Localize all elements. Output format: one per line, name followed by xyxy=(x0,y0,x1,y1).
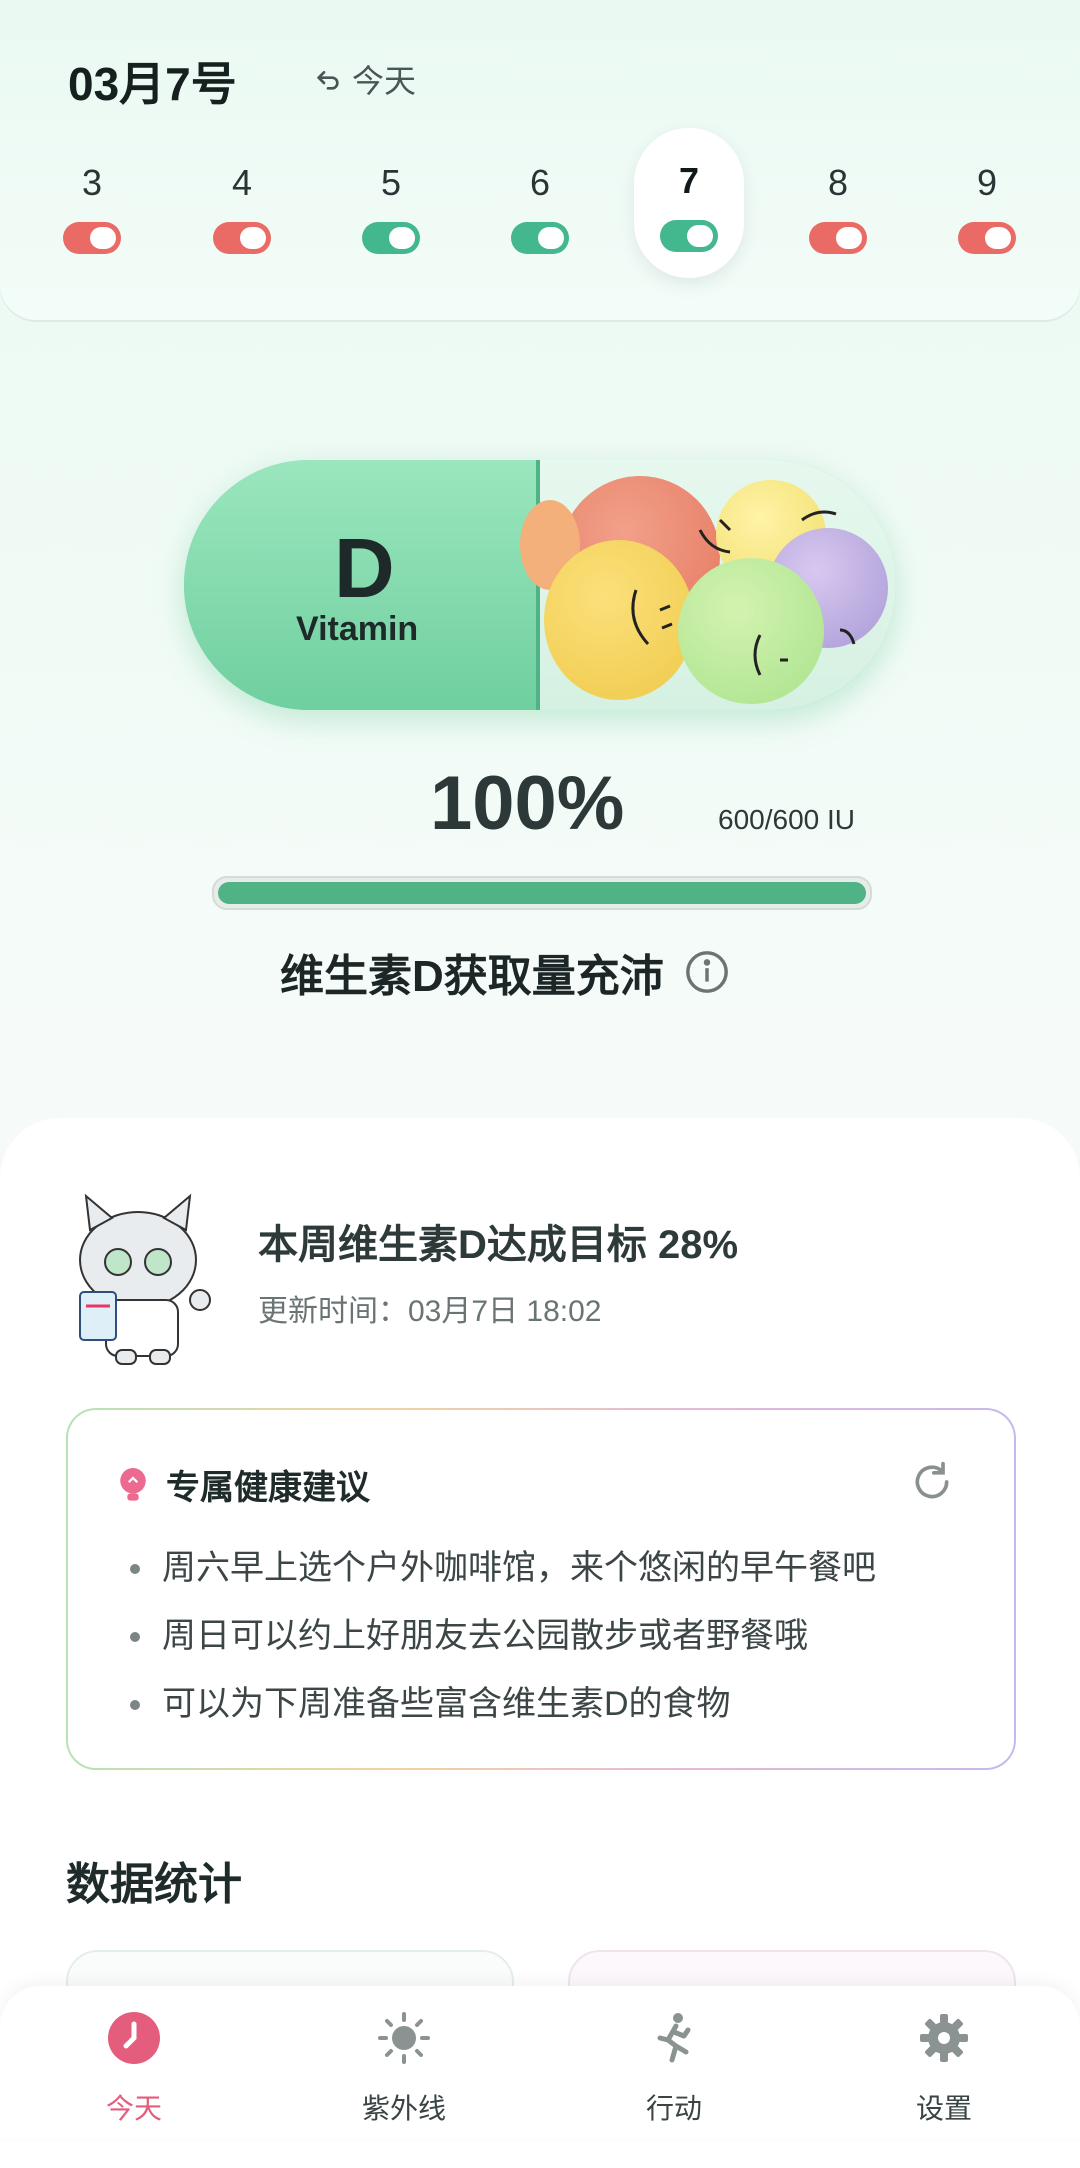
status-toggle-icon xyxy=(660,220,718,252)
day-number: 5 xyxy=(380,162,402,203)
vitamin-capsule-illustration: D Vitamin xyxy=(184,460,896,710)
sun-icon xyxy=(378,2012,430,2064)
stats-title: 数据统计 xyxy=(66,1860,242,1909)
status-toggle-icon xyxy=(213,222,271,254)
day-number: 4 xyxy=(231,162,253,203)
advice-item: 周六早上选个户外咖啡馆，来个悠闲的早午餐吧 xyxy=(120,1534,876,1602)
status-text: 维生素D获取量充沛 xyxy=(280,952,664,1001)
progress-fill xyxy=(218,882,866,904)
advice-header: 专属健康建议 xyxy=(116,1460,370,1509)
nav-label: 今天 xyxy=(105,2093,162,2124)
info-icon[interactable] xyxy=(684,949,730,995)
face-lines-icon xyxy=(631,510,856,676)
nav-uv[interactable]: 紫外线 xyxy=(304,2010,504,2127)
nav-label: 设置 xyxy=(915,2093,972,2124)
percent-value: 100% xyxy=(430,761,625,846)
capsule-label: Vitamin xyxy=(296,610,419,648)
day-7[interactable]: 7 xyxy=(634,128,744,278)
day-number: 6 xyxy=(529,162,551,203)
health-advice-card: 专属健康建议 周六早上选个户外咖啡馆，来个悠闲的早午餐吧 周日可以约上好朋友去公… xyxy=(66,1408,1016,1770)
status-line: 维生素D获取量充沛 xyxy=(280,940,730,1004)
capsule-label-half: D Vitamin xyxy=(184,460,540,710)
capsule-balls-half xyxy=(520,460,896,710)
refresh-icon[interactable] xyxy=(910,1460,954,1504)
date-header: 03月7号 今天 3 4 5 6 7 8 9 xyxy=(0,0,1080,320)
day-9[interactable]: 9 xyxy=(932,130,1042,280)
bottom-nav: 今天 紫外线 行动 设置 xyxy=(0,1986,1080,2138)
day-8[interactable]: 8 xyxy=(783,130,893,280)
nav-label: 紫外线 xyxy=(361,2093,446,2124)
iu-value: 600/600 IU xyxy=(718,804,855,835)
vitamin-progress-bar xyxy=(212,876,872,910)
day-5[interactable]: 5 xyxy=(336,130,446,280)
today-label: 今天 xyxy=(352,63,417,99)
status-toggle-icon xyxy=(362,222,420,254)
capsule-letter: D xyxy=(334,521,395,615)
advice-title: 专属健康建议 xyxy=(166,1469,370,1507)
status-toggle-icon xyxy=(63,222,121,254)
cat-doctor-mascot-icon xyxy=(79,1193,211,1365)
weekly-goal-title: 本周维生素D达成目标 28% xyxy=(258,1223,739,1267)
advice-list: 周六早上选个户外咖啡馆，来个悠闲的早午餐吧 周日可以约上好朋友去公园散步或者野餐… xyxy=(120,1534,876,1738)
week-day-selector: 3 4 5 6 7 8 9 xyxy=(0,128,1080,290)
clock-icon xyxy=(108,2012,160,2064)
day-4[interactable]: 4 xyxy=(187,130,297,280)
nav-today[interactable]: 今天 xyxy=(34,2010,234,2127)
nav-settings[interactable]: 设置 xyxy=(844,2010,1044,2127)
advice-item: 周日可以约上好朋友去公园散步或者野餐哦 xyxy=(120,1602,876,1670)
lightbulb-icon xyxy=(120,1467,146,1501)
advice-item: 可以为下周准备些富含维生素D的食物 xyxy=(120,1670,876,1738)
status-toggle-icon xyxy=(809,222,867,254)
gear-icon xyxy=(920,2014,968,2062)
today-button[interactable]: 今天 xyxy=(312,56,416,102)
day-6[interactable]: 6 xyxy=(485,130,595,280)
day-number: 7 xyxy=(678,160,700,201)
status-toggle-icon xyxy=(511,222,569,254)
nav-action[interactable]: 行动 xyxy=(574,2010,774,2127)
day-number: 3 xyxy=(81,162,103,203)
undo-arrow-icon xyxy=(317,71,339,90)
update-time: 更新时间：03月7日 18:02 xyxy=(258,1295,602,1328)
nav-label: 行动 xyxy=(645,2093,702,2124)
day-number: 9 xyxy=(976,162,998,203)
day-number: 8 xyxy=(827,162,849,203)
day-3[interactable]: 3 xyxy=(37,130,147,280)
running-icon xyxy=(657,2013,691,2063)
status-toggle-icon xyxy=(958,222,1016,254)
date-title: 03月7号 xyxy=(68,58,237,110)
